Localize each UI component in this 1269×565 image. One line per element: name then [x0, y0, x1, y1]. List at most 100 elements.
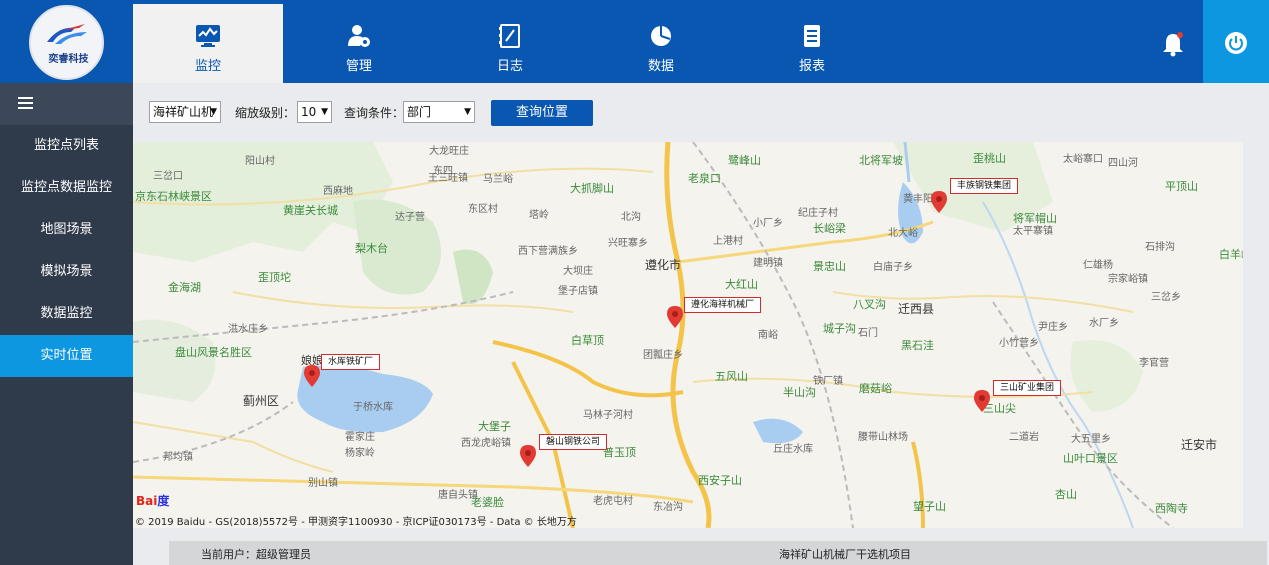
map-place-label: 蓟州区	[243, 394, 280, 408]
map-place-label: 水厂乡	[1089, 318, 1119, 329]
dropdown-arrow-icon: ▼	[321, 107, 328, 117]
map-place-label: 上港村	[713, 236, 743, 247]
map-place-label: 景忠山	[813, 260, 846, 273]
logo-text: 奕睿科技	[48, 54, 89, 65]
map-place-label: 东冶沟	[653, 502, 683, 513]
query-condition-select[interactable]: 部门 ▼	[403, 101, 475, 123]
map-place-label: 霍家庄	[345, 432, 375, 443]
sidebar-item-label: 实时位置	[40, 348, 93, 363]
bell-icon[interactable]	[1161, 31, 1185, 57]
map-place-label: 大五里乡	[1071, 434, 1111, 445]
menu-toggle-button[interactable]	[0, 83, 133, 125]
map-place-label: 西安子山	[698, 474, 742, 487]
map-copyright: © 2019 Baidu - GS(2018)5572号 - 甲测资字11009…	[135, 517, 577, 528]
map-place-label: 北大峪	[888, 228, 918, 239]
power-button[interactable]	[1203, 0, 1269, 83]
tab-monitor-label: 监控	[194, 59, 221, 74]
sidebar-item-monitor-point-list[interactable]: 监控点列表	[0, 125, 133, 167]
current-user: 当前用户：超级管理员	[201, 548, 311, 561]
project-select[interactable]: 海祥矿山机 ▼	[149, 101, 221, 123]
company-logo: 奕睿科技	[29, 5, 104, 80]
map-place-label: 大龙旺庄	[429, 146, 469, 157]
dropdown-arrow-icon: ▼	[210, 107, 217, 117]
map-place-label: 平顶山	[1165, 180, 1198, 193]
sidebar-item-realtime-location[interactable]: 实时位置	[0, 335, 133, 377]
marker-label[interactable]: 三山矿业集团	[993, 380, 1062, 396]
tab-manage[interactable]: 管理	[284, 4, 434, 83]
map-place-label: 大抓脚山	[570, 182, 614, 195]
map-place-label: 望子山	[913, 500, 946, 513]
map-place-label: 小竹营乡	[999, 338, 1039, 349]
location-pin-icon[interactable]	[520, 445, 536, 467]
baidu-map-logo: Bai度	[136, 494, 170, 508]
tab-log[interactable]: 日志	[435, 4, 585, 83]
location-pin-icon[interactable]	[974, 390, 990, 412]
location-pin-icon[interactable]	[304, 365, 320, 387]
tab-data[interactable]: 数据	[586, 4, 736, 83]
marker-label[interactable]: 磐山钢铁公司	[539, 434, 608, 450]
tab-log-label: 日志	[496, 59, 523, 74]
map-place-label: 王三旺镇	[428, 173, 468, 184]
map-place-label: 塔岭	[529, 210, 549, 221]
user-gear-icon	[348, 25, 370, 47]
location-pin-icon[interactable]	[667, 306, 683, 328]
map-place-label: 达子营	[395, 212, 425, 223]
map-place-label: 东区村	[468, 204, 498, 215]
map-place-label: 西龙虎峪镇	[461, 438, 511, 449]
app: 奕睿科技 监控 管理 日志 数据 报表 监控点列表 监控点数据监控 地图场景 模…	[0, 0, 1269, 565]
tab-manage-label: 管理	[345, 59, 372, 74]
map-place-label: 堡子店镇	[558, 286, 598, 297]
tab-data-label: 数据	[647, 59, 674, 74]
sidebar-item-simulation-scene[interactable]: 模拟场景	[0, 251, 133, 293]
hamburger-icon	[18, 97, 33, 109]
marker-label[interactable]: 遵化海祥机械厂	[684, 297, 762, 313]
sidebar-item-label: 地图场景	[40, 222, 93, 237]
map-place-label: 兴旺寨乡	[608, 238, 648, 249]
sidebar-item-label: 监控点数据监控	[20, 180, 112, 195]
tab-monitor[interactable]: 监控	[133, 4, 283, 83]
sidebar-item-point-data-monitor[interactable]: 监控点数据监控	[0, 167, 133, 209]
tab-report[interactable]: 报表	[737, 4, 887, 83]
map-place-label: 遵化市	[645, 258, 682, 272]
map-place-label: 金海湖	[168, 281, 201, 294]
tab-report-label: 报表	[798, 59, 825, 74]
map-place-label: 南峪	[758, 330, 778, 341]
marker-label[interactable]: 丰族钢铁集团	[950, 178, 1019, 194]
map-place-label: 腰带山林场	[858, 432, 908, 443]
map-place-label: 歪桃山	[973, 152, 1006, 165]
project-select-value: 海祥矿山机	[153, 105, 214, 119]
top-navigation-bar: 奕睿科技 监控 管理 日志 数据 报表	[0, 0, 1269, 83]
marker-label[interactable]: 水厍铁矿厂	[321, 354, 381, 370]
query-toolbar: 海祥矿山机 ▼ 缩放级别： 10 ▼ 查询条件： 部门 ▼ 查询位置	[133, 83, 1269, 142]
map-place-label: 杨家岭	[345, 448, 375, 459]
sidebar-item-map-scene[interactable]: 地图场景	[0, 209, 133, 251]
map-place-label: 梨木台	[355, 242, 388, 255]
sidebar-item-data-monitor[interactable]: 数据监控	[0, 293, 133, 335]
map-place-label: 马林子河村	[583, 410, 633, 421]
map-place-label: 盘山风景名胜区	[175, 346, 252, 359]
map-place-label: 于桥水库	[353, 402, 393, 413]
map-place-label: 洪水庄乡	[228, 324, 268, 335]
map-place-label: 马兰峪	[483, 174, 513, 185]
logo-area: 奕睿科技	[0, 0, 133, 83]
map-place-label: 黑石洼	[901, 339, 934, 352]
map-place-label: 石排沟	[1145, 242, 1175, 253]
map-place-label: 长峪梁	[813, 222, 846, 235]
zoom-level-select[interactable]: 10 ▼	[297, 101, 332, 123]
map-place-label: 黄丰阳	[903, 194, 933, 205]
map-place-label: 黄崖关长城	[283, 204, 338, 217]
map-place-label: 邦均镇	[163, 452, 193, 463]
map-view[interactable]: 阳山村 东四 三岔口 大龙旺庄 马兰峪 北将军坡 歪桃山 太峪寨口 西麻地 王三…	[133, 142, 1243, 528]
zoom-level-label: 缩放级别：	[235, 106, 296, 120]
map-place-label: 太平寨镇	[1013, 226, 1053, 237]
map-place-label: 丘庄水库	[773, 444, 813, 455]
map-place-label: 仁雄杨	[1083, 260, 1113, 271]
map-place-label: 团瓢庄乡	[643, 350, 683, 361]
query-location-button[interactable]: 查询位置	[491, 100, 593, 126]
query-condition-value: 部门	[407, 105, 432, 119]
status-bar: 当前用户：超级管理员 海祥矿山机械厂干选机项目	[169, 541, 1267, 565]
map-place-label: 西下营满族乡	[518, 246, 578, 257]
sidebar-item-label: 监控点列表	[33, 138, 99, 153]
location-pin-icon[interactable]	[931, 191, 947, 213]
map-place-label: 西麻地	[323, 186, 353, 197]
